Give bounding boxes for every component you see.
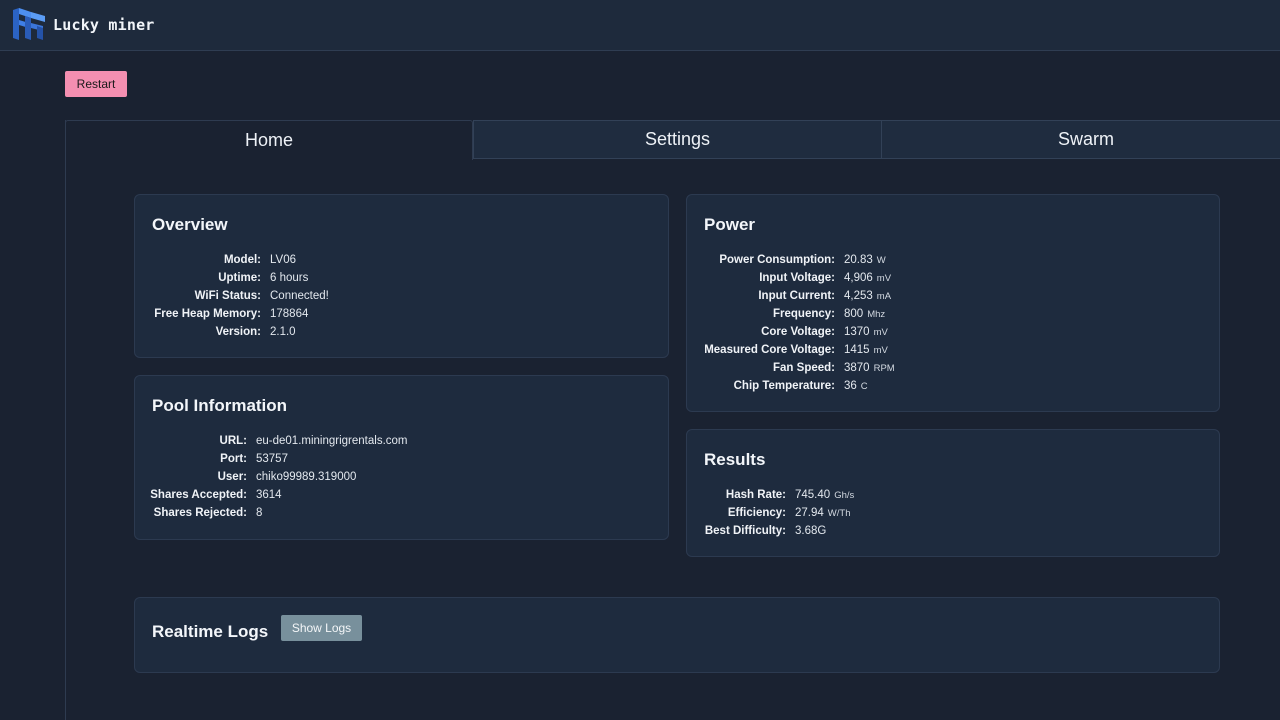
overview-row-model: Model: LV06 — [135, 251, 668, 269]
field-label: Port: — [220, 453, 247, 465]
field-value: 8 — [256, 507, 263, 519]
field-unit: RPM — [873, 362, 895, 374]
field-label: Best Difficulty: — [704, 525, 786, 537]
field-unit: mV — [873, 344, 888, 356]
field-value: LV06 — [270, 254, 297, 266]
field-unit: Gh/s — [834, 489, 855, 501]
power-row-frequency: Frequency: 800 Mhz — [687, 305, 1219, 323]
field-label: Shares Accepted: — [150, 489, 247, 501]
field-value: 6 hours — [270, 272, 309, 284]
top-bar: Lucky miner — [0, 0, 1280, 51]
pool-list: URL: eu-de01.miningrigrentals.com Port: … — [135, 432, 668, 522]
overview-row-free-heap: Free Heap Memory: 178864 — [135, 305, 668, 323]
power-row-input-current: Input Current: 4,253 mA — [687, 287, 1219, 305]
overview-row-version: Version: 2.1.0 — [135, 323, 668, 341]
field-unit: mA — [876, 290, 892, 302]
power-list: Power Consumption: 20.83 W Input Voltage… — [687, 251, 1219, 395]
overview-row-uptime: Uptime: 6 hours — [135, 269, 668, 287]
field-value: 3.68G — [795, 525, 827, 537]
overview-title: Overview — [152, 215, 228, 234]
pool-information-card: Pool Information URL: eu-de01.miningrigr… — [134, 375, 669, 540]
tab-swarm[interactable]: Swarm — [881, 120, 1280, 159]
field-label: Power Consumption: — [719, 254, 835, 266]
field-label: WiFi Status: — [194, 290, 261, 302]
brand-name: Lucky miner — [53, 16, 155, 34]
field-value: Connected! — [270, 290, 329, 302]
realtime-logs-title: Realtime Logs — [152, 622, 269, 641]
field-label: Fan Speed: — [773, 362, 835, 374]
results-row-best-difficulty: Best Difficulty: 3.68G — [687, 522, 1219, 540]
field-value: 178864 — [270, 308, 309, 320]
tab-home[interactable]: Home — [65, 120, 473, 160]
field-value: 745.40 — [795, 489, 831, 501]
field-unit: W/Th — [827, 507, 851, 519]
field-value: eu-de01.miningrigrentals.com — [256, 435, 408, 447]
field-value: 1370 — [844, 326, 870, 338]
show-logs-button[interactable]: Show Logs — [281, 615, 362, 641]
field-value: 53757 — [256, 453, 288, 465]
field-value: 20.83 — [844, 254, 873, 266]
field-value: 3870 — [844, 362, 870, 374]
pool-row-shares-rejected: Shares Rejected: 8 — [135, 504, 668, 522]
field-label: Input Current: — [758, 290, 835, 302]
field-value: 800 — [844, 308, 864, 320]
power-row-input-voltage: Input Voltage: 4,906 mV — [687, 269, 1219, 287]
field-label: Shares Rejected: — [153, 507, 247, 519]
field-unit: mV — [876, 272, 892, 284]
power-row-consumption: Power Consumption: 20.83 W — [687, 251, 1219, 269]
results-list: Hash Rate: 745.40 Gh/s Efficiency: 27.94… — [687, 486, 1219, 540]
field-label: Free Heap Memory: — [154, 308, 261, 320]
field-unit: W — [876, 254, 886, 266]
field-value: 1415 — [844, 344, 870, 356]
results-row-hash-rate: Hash Rate: 745.40 Gh/s — [687, 486, 1219, 504]
results-card: Results Hash Rate: 745.40 Gh/s Efficienc… — [686, 429, 1220, 557]
field-label: Measured Core Voltage: — [704, 344, 835, 356]
pool-information-title: Pool Information — [152, 396, 288, 415]
power-row-measured-core-voltage: Measured Core Voltage: 1415 mV — [687, 341, 1219, 359]
results-title: Results — [704, 450, 766, 469]
field-value: chiko99989.319000 — [256, 471, 357, 483]
field-label: Hash Rate: — [725, 489, 786, 501]
pool-row-shares-accepted: Shares Accepted: 3614 — [135, 486, 668, 504]
field-label: Input Voltage: — [759, 272, 835, 284]
field-label: Efficiency: — [727, 507, 786, 519]
pool-row-port: Port: 53757 — [135, 450, 668, 468]
power-card: Power Power Consumption: 20.83 W Input V… — [686, 194, 1220, 412]
field-unit: Mhz — [867, 308, 886, 320]
power-row-fan-speed: Fan Speed: 3870 RPM — [687, 359, 1219, 377]
lucky-miner-logo-icon — [13, 8, 45, 40]
field-value: 4,906 — [844, 272, 873, 284]
field-label: Core Voltage: — [761, 326, 835, 338]
field-label: User: — [217, 471, 247, 483]
power-title: Power — [704, 215, 756, 234]
results-row-efficiency: Efficiency: 27.94 W/Th — [687, 504, 1219, 522]
overview-row-wifi-status: WiFi Status: Connected! — [135, 287, 668, 305]
field-value: 3614 — [256, 489, 282, 501]
field-label: URL: — [219, 435, 247, 447]
pool-row-user: User: chiko99989.319000 — [135, 468, 668, 486]
restart-button[interactable]: Restart — [65, 71, 127, 97]
field-value: 36 — [844, 380, 857, 392]
power-row-chip-temperature: Chip Temperature: 36 C — [687, 377, 1219, 395]
field-value: 4,253 — [844, 290, 873, 302]
field-unit: mV — [873, 326, 888, 338]
field-value: 2.1.0 — [270, 326, 296, 338]
field-value: 27.94 — [795, 507, 824, 519]
field-label: Model: — [223, 254, 261, 266]
overview-card: Overview Model: LV06 Uptime: 6 hours WiF… — [134, 194, 669, 358]
pool-row-url: URL: eu-de01.miningrigrentals.com — [135, 432, 668, 450]
realtime-logs-card: Realtime Logs Show Logs — [134, 597, 1220, 673]
field-label: Uptime: — [218, 272, 261, 284]
field-label: Chip Temperature: — [733, 380, 835, 392]
field-label: Version: — [215, 326, 261, 338]
overview-list: Model: LV06 Uptime: 6 hours WiFi Status:… — [135, 251, 668, 341]
power-row-core-voltage: Core Voltage: 1370 mV — [687, 323, 1219, 341]
field-label: Frequency: — [773, 308, 835, 320]
tab-settings[interactable]: Settings — [473, 120, 882, 159]
field-unit: C — [860, 380, 868, 392]
